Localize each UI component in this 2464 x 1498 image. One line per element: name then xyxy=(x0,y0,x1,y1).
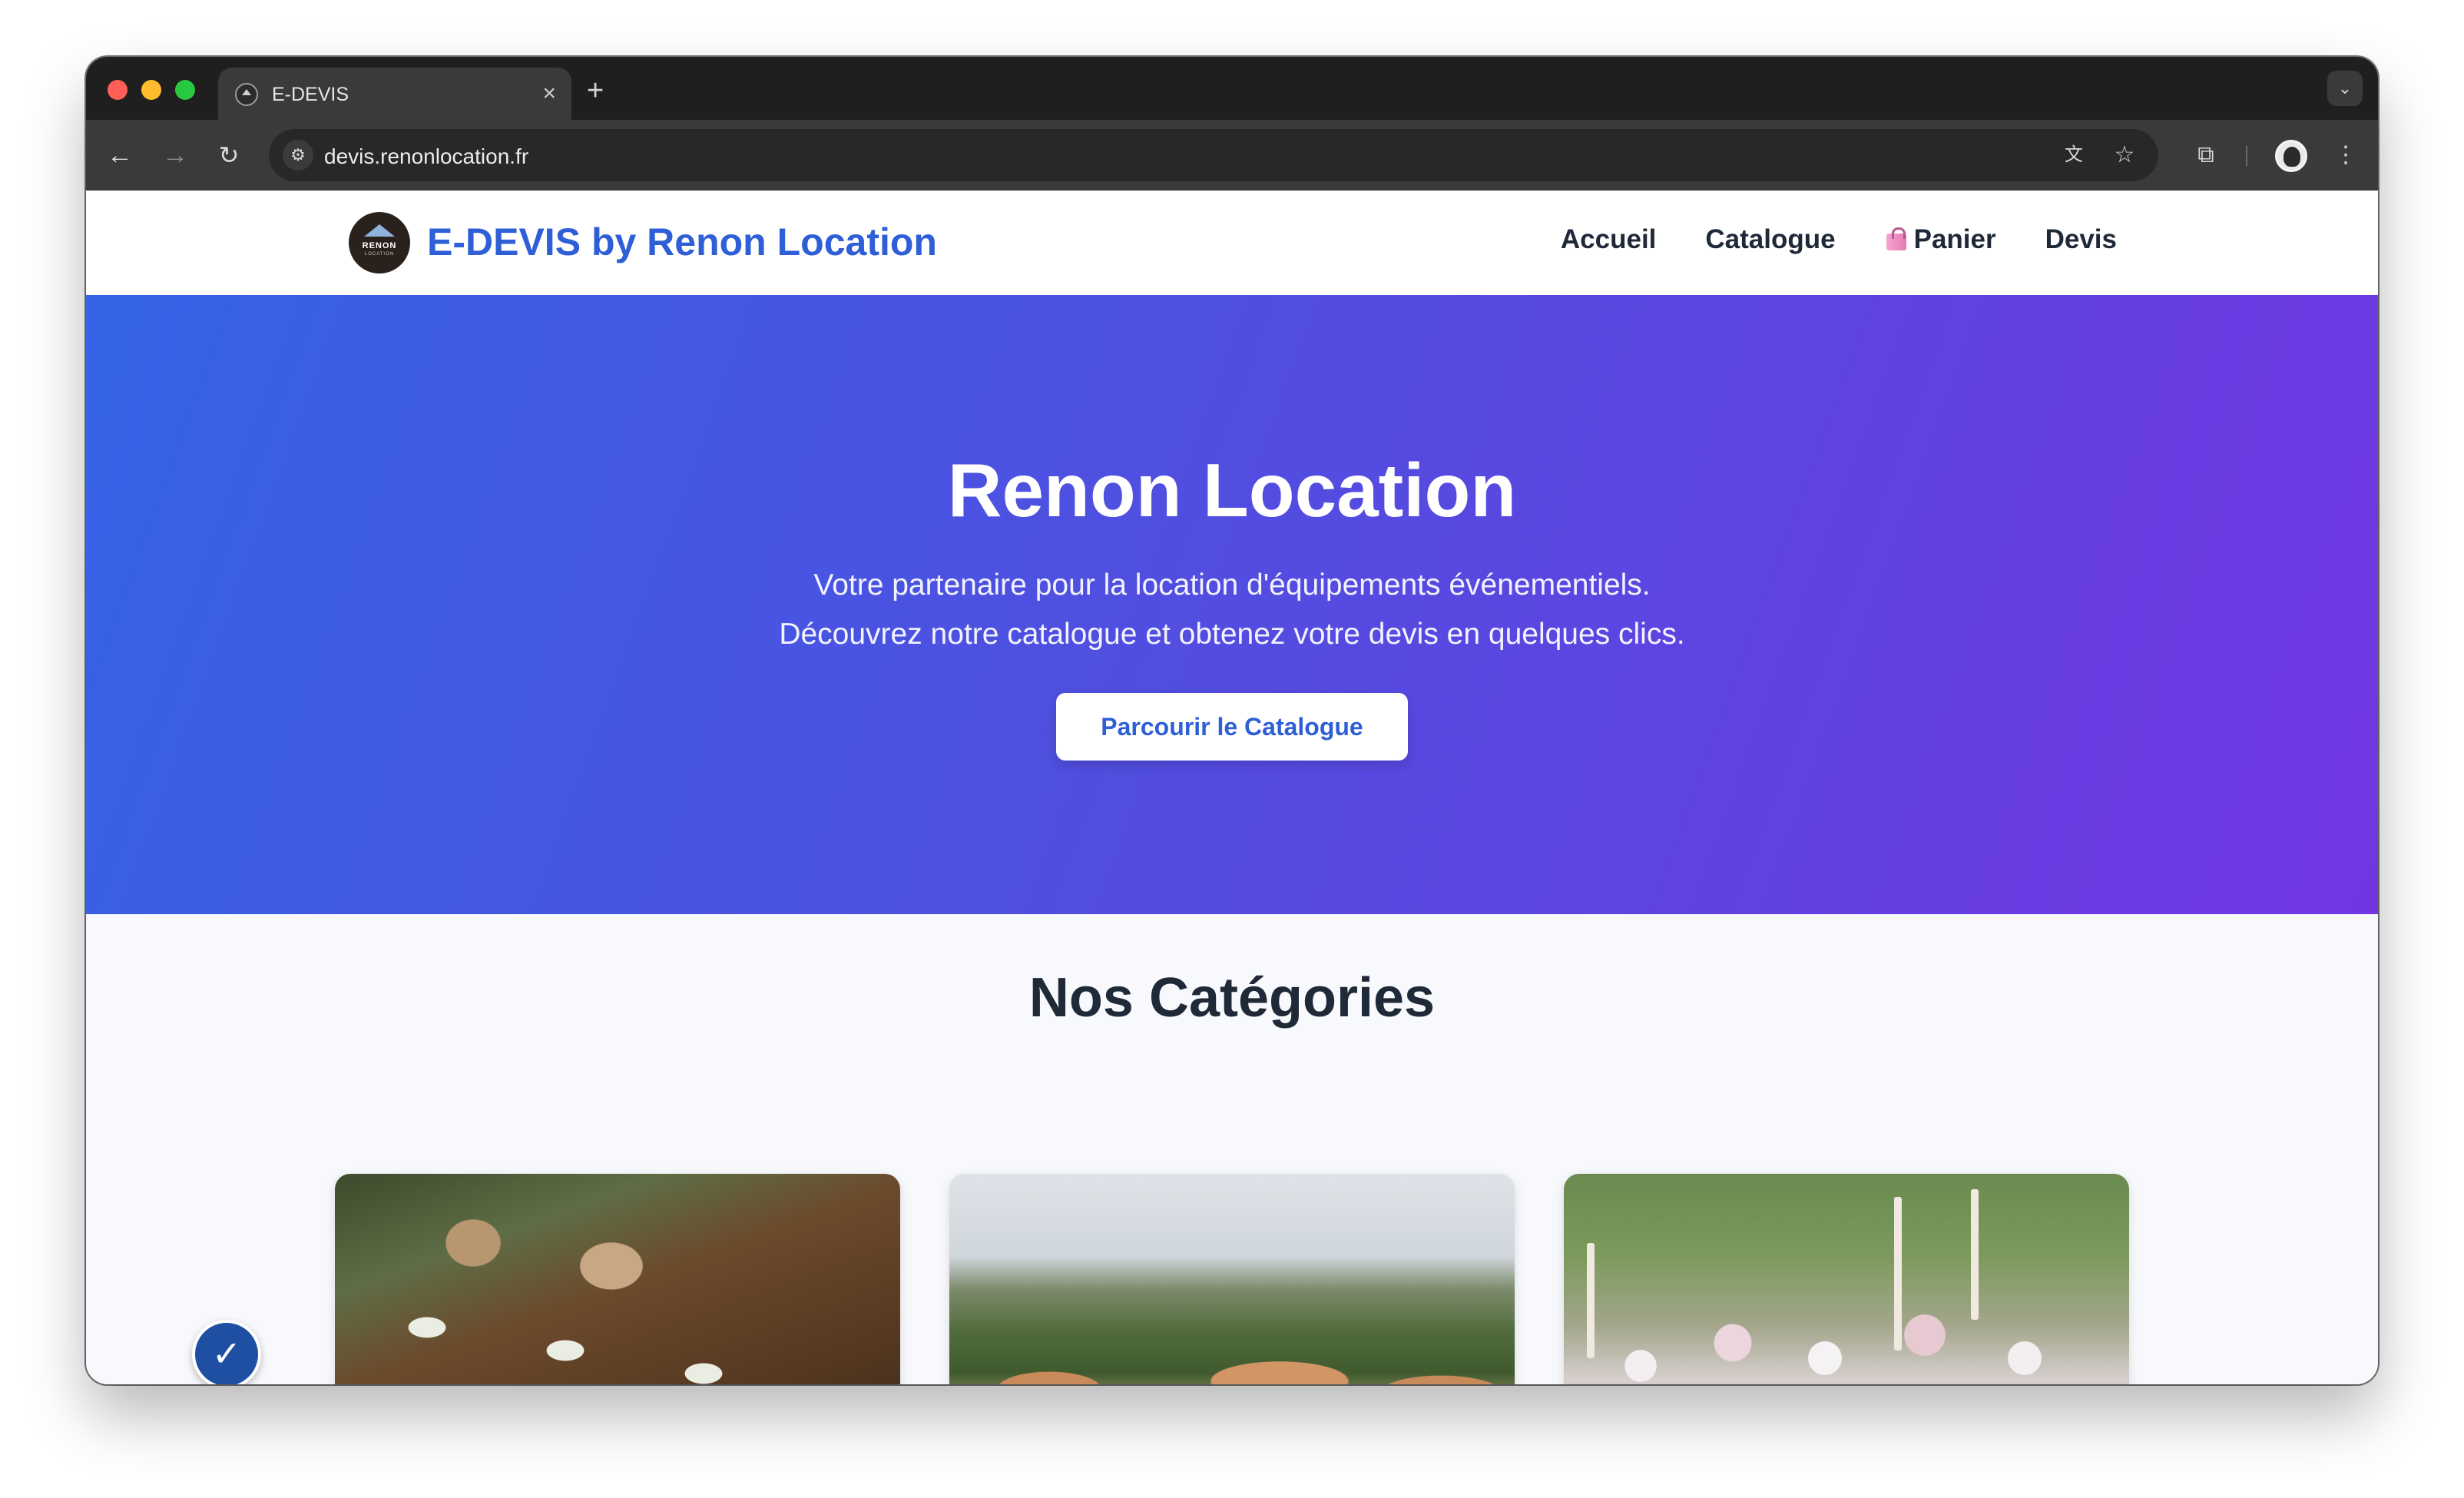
tab-bar: E-DEVIS × + ⌄ xyxy=(86,57,2378,120)
site-info-icon[interactable]: ⚙ xyxy=(283,140,313,171)
nav-link-quotes[interactable]: Devis xyxy=(2045,224,2117,255)
star-icon[interactable]: ☆ xyxy=(2109,140,2140,171)
hero-section: Renon Location Votre partenaire pour la … xyxy=(86,295,2378,914)
category-card-table-setting[interactable] xyxy=(335,1174,900,1384)
tab-title: E-DEVIS xyxy=(272,84,349,105)
logo-roof-icon xyxy=(364,224,395,237)
new-tab-button[interactable]: + xyxy=(587,75,604,106)
accessibility-check-icon: ✓ xyxy=(211,1334,242,1374)
categories-title: Nos Catégories xyxy=(1028,967,1436,1029)
profile-avatar[interactable] xyxy=(2275,140,2307,172)
category-card-decoration[interactable] xyxy=(1564,1174,2129,1384)
category-image-tents xyxy=(949,1174,1515,1384)
url-text[interactable]: devis.renonlocation.fr xyxy=(324,144,528,169)
hero-title: Renon Location xyxy=(947,448,1517,532)
kebab-menu-icon[interactable]: ⋮ xyxy=(2329,138,2363,172)
candle-shape xyxy=(1971,1189,1979,1320)
logo-subtext: LOCATION xyxy=(364,252,395,257)
brand-title[interactable]: E-DEVIS by Renon Location xyxy=(427,220,937,264)
logo[interactable]: RENON LOCATION xyxy=(349,212,410,273)
nav-link-catalog[interactable]: Catalogue xyxy=(1705,224,1835,255)
hero-description: Votre partenaire pour la location d'équi… xyxy=(86,561,2378,659)
tab-close-icon[interactable]: × xyxy=(542,78,556,109)
browser-toolbar: ← → ↻ ⚙ devis.renonlocation.fr 文 ☆ ⧉ ⋮ xyxy=(86,120,2378,191)
nav-link-cart-label: Panier xyxy=(1913,224,1996,254)
toolbar-divider xyxy=(2246,146,2247,166)
favicon-icon xyxy=(235,83,258,106)
category-image-decoration xyxy=(1564,1174,2129,1384)
back-arrow-icon[interactable]: ← xyxy=(103,138,137,172)
candle-shape xyxy=(1587,1243,1595,1358)
hero-line-1: Votre partenaire pour la location d'équi… xyxy=(813,568,1651,602)
browse-catalog-button[interactable]: Parcourir le Catalogue xyxy=(1056,693,1408,761)
translate-icon[interactable]: 文 xyxy=(2058,140,2089,171)
browser-window: E-DEVIS × + ⌄ ← → ↻ ⚙ devis.renonlocatio… xyxy=(86,57,2378,1384)
forward-arrow-icon[interactable]: → xyxy=(158,138,192,172)
nav-link-home[interactable]: Accueil xyxy=(1561,224,1657,255)
reload-icon[interactable]: ↻ xyxy=(212,138,246,172)
web-page: RENON LOCATION E-DEVIS by Renon Location… xyxy=(86,191,2378,1384)
shopping-bag-icon xyxy=(1885,227,1908,250)
maximize-window-button[interactable] xyxy=(175,80,195,100)
candle-shape xyxy=(1894,1197,1902,1351)
address-bar[interactable]: ⚙ devis.renonlocation.fr 文 ☆ xyxy=(269,129,2158,181)
extensions-icon[interactable]: ⧉ xyxy=(2189,138,2223,172)
site-header: RENON LOCATION E-DEVIS by Renon Location… xyxy=(86,191,2378,295)
minimize-window-button[interactable] xyxy=(141,80,161,100)
browser-tab[interactable]: E-DEVIS × xyxy=(218,68,571,120)
accessibility-button[interactable]: ✓ xyxy=(192,1320,261,1384)
logo-text: RENON xyxy=(362,241,397,250)
nav-link-cart[interactable]: Panier xyxy=(1885,224,1996,255)
tab-search-icon[interactable]: ⌄ xyxy=(2327,71,2363,106)
category-card-tents[interactable] xyxy=(949,1174,1515,1384)
category-image-table-setting xyxy=(335,1174,900,1384)
close-window-button[interactable] xyxy=(108,80,128,100)
hero-line-2: Découvrez notre catalogue et obtenez vot… xyxy=(779,618,1685,651)
main-nav: Accueil Catalogue Panier Devis xyxy=(1561,224,2117,255)
